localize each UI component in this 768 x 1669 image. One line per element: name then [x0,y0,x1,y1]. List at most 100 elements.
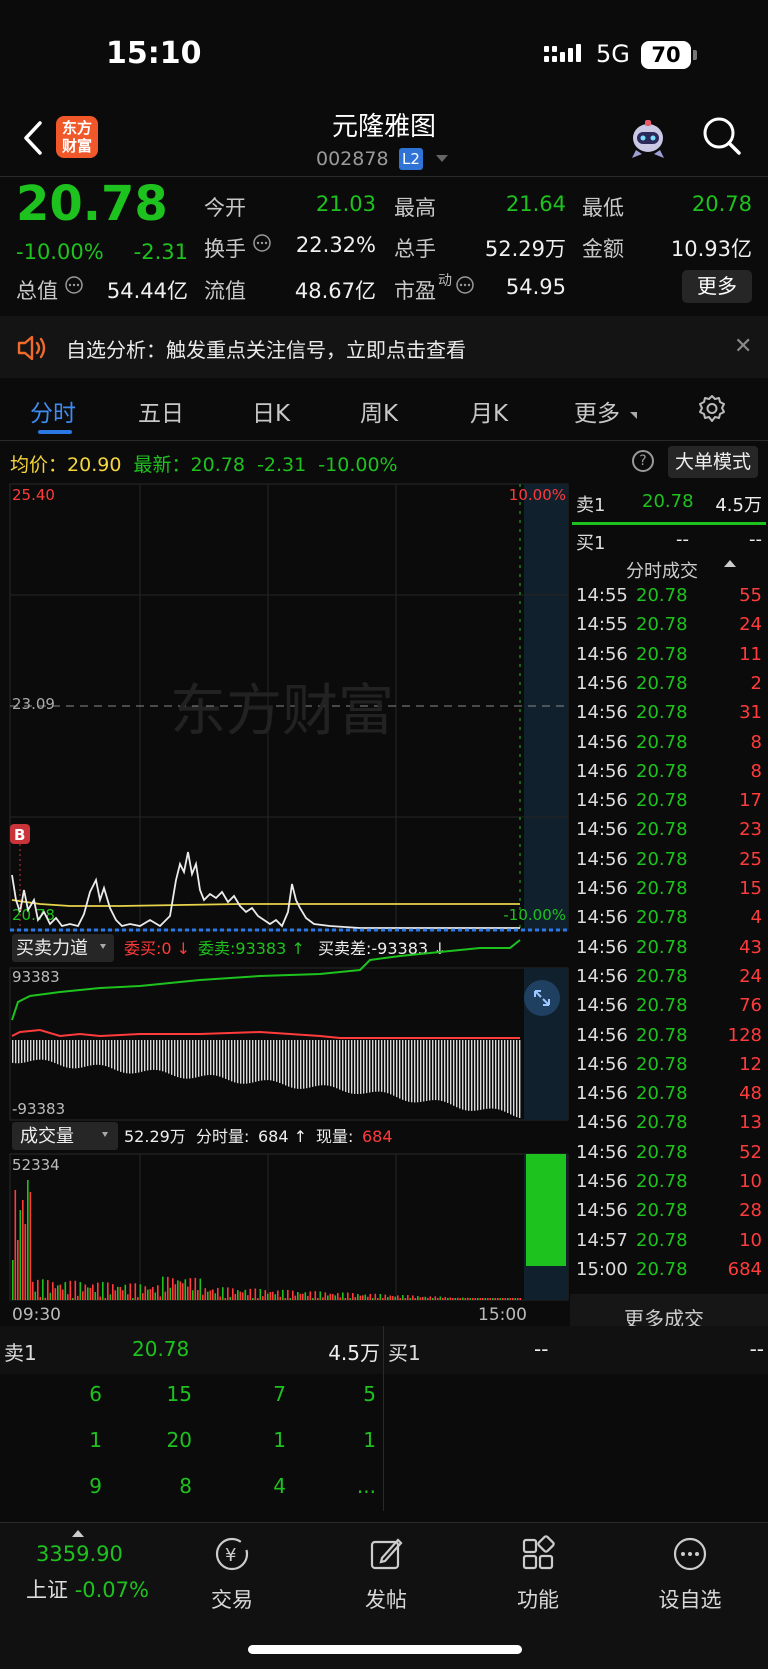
volume-bar [302,1293,304,1300]
volume-bar [277,1290,279,1300]
tick-row: 14:55 20.78 24 [570,611,768,640]
volume-bar [154,1292,157,1300]
volume-bar [244,1289,247,1300]
big-order-mode-button[interactable]: 大单模式 [668,446,758,478]
sell-force-bar [150,1040,152,1071]
volume-bar [519,1298,522,1300]
index-ticker[interactable]: 上证 -0.07% [26,1574,149,1604]
volume-total: 52.29万 [124,1127,186,1146]
volume-bar [127,1294,129,1300]
sell-force-bar [273,1040,275,1081]
sell-force-bar [243,1040,245,1084]
sell-force-bar [39,1040,41,1060]
tab-weekly-k[interactable]: 周K [360,394,398,428]
sell-force-bar [375,1040,377,1092]
amount-value: 10.93亿 [670,237,752,261]
volume-bar [332,1293,334,1300]
volume-bar [377,1298,379,1300]
info-icon[interactable] [64,275,84,299]
sell-force-bar [438,1040,440,1101]
volume-bar [129,1283,132,1300]
expand-icon[interactable] [524,980,560,1016]
banner-text[interactable]: 自选分析：触发重点关注信号，立即点击查看 [66,334,466,363]
close-icon[interactable]: ✕ [734,334,752,359]
sell-force-bar [219,1040,221,1077]
queue-order-size: 5 [363,1382,376,1406]
l2-badge[interactable]: L2 [399,148,423,170]
sell-force-bar [492,1040,494,1109]
volume-bar [417,1296,419,1300]
help-icon[interactable]: ? [632,450,654,472]
volume-label[interactable]: 成交量 [20,1126,74,1147]
volume-bar [259,1289,262,1300]
tick-price: 20.78 [636,1229,688,1251]
robot-assistant-icon[interactable] [626,116,670,164]
volume-bar [247,1295,249,1300]
more-button[interactable]: 更多 [682,270,752,303]
force-label[interactable]: 买卖力道 [16,938,88,959]
time-start-label: 09:30 [12,1305,61,1325]
sell-force-bar [69,1040,71,1069]
sell-force-bar [198,1040,200,1077]
volume-bar [159,1296,162,1300]
sell-force-bar [63,1040,65,1067]
volume-bar [149,1289,152,1300]
sell1-volume: 4.5万 [715,495,762,516]
ticks-title[interactable]: 分时成交 [626,557,698,583]
volume-bar [252,1298,254,1300]
sell-force-bar [279,1040,281,1083]
nav-functions[interactable]: 功能 [478,1534,598,1614]
chevron-up-icon[interactable] [72,1530,84,1537]
tab-monthly-k[interactable]: 月K [470,394,508,428]
volume-bar [279,1296,282,1300]
info-icon[interactable] [252,233,272,257]
volume-bar [399,1297,402,1300]
nav-trade[interactable]: ¥ 交易 [172,1534,292,1614]
sell-force-bar [327,1040,329,1086]
tick-row: 14:56 20.78 13 [570,1109,768,1138]
volume-bar [142,1293,144,1300]
intraday-chart-area[interactable]: 东方财富 25.40 23.09 20.78 10.00% -10.00% B … [0,480,570,1326]
volume-bar [24,1224,27,1300]
nav-add-watchlist[interactable]: 设自选 [630,1534,750,1614]
volume-bar [187,1286,189,1300]
sell-force-bars [12,1040,521,1118]
tick-row: 14:56 20.78 43 [570,934,768,963]
chevron-down-icon[interactable] [436,155,448,162]
volume-bar [507,1298,509,1300]
volume-max-label: 52334 [12,1156,60,1174]
closing-auction-zone [524,484,568,930]
index-value[interactable]: 3359.90 [36,1542,123,1566]
back-arrow-icon[interactable] [22,120,46,160]
market-cap-label: 总值 [16,279,58,303]
sell-force-bar [258,1040,260,1082]
sell-force-bar [180,1040,182,1078]
volume-bar [264,1290,267,1300]
tab-intraday[interactable]: 分时 [30,394,76,428]
gear-icon[interactable] [697,394,727,428]
tick-time: 14:56 [576,965,628,987]
open-value: 21.03 [315,192,376,216]
volume-bar [477,1298,479,1300]
tab-more[interactable]: 更多 [574,394,620,428]
entrust-buy: 委买:0 ↓ [124,939,190,958]
sell-force-bar [201,1040,203,1077]
more-dots-icon [673,1537,707,1571]
nav-post[interactable]: 发帖 [326,1534,446,1614]
sell-force-bar [489,1040,491,1109]
ticks-header[interactable]: 分时成交 [570,554,768,583]
volume-bar [344,1298,347,1300]
queue-order-size: 4 [273,1474,286,1498]
volume-bar [124,1284,127,1300]
tab-daily-k[interactable]: 日K [252,394,290,428]
volume-bar [184,1279,187,1300]
tab-five-day[interactable]: 五日 [138,394,184,428]
tick-price: 20.78 [636,760,688,782]
sell-force-bar [402,1040,404,1100]
search-icon[interactable] [702,116,742,160]
sell1-price: 20.78 [642,491,694,512]
sell-force-line [11,1028,520,1039]
chevron-up-icon[interactable] [724,560,736,567]
volume-bar [409,1298,412,1300]
info-icon[interactable] [455,275,475,299]
